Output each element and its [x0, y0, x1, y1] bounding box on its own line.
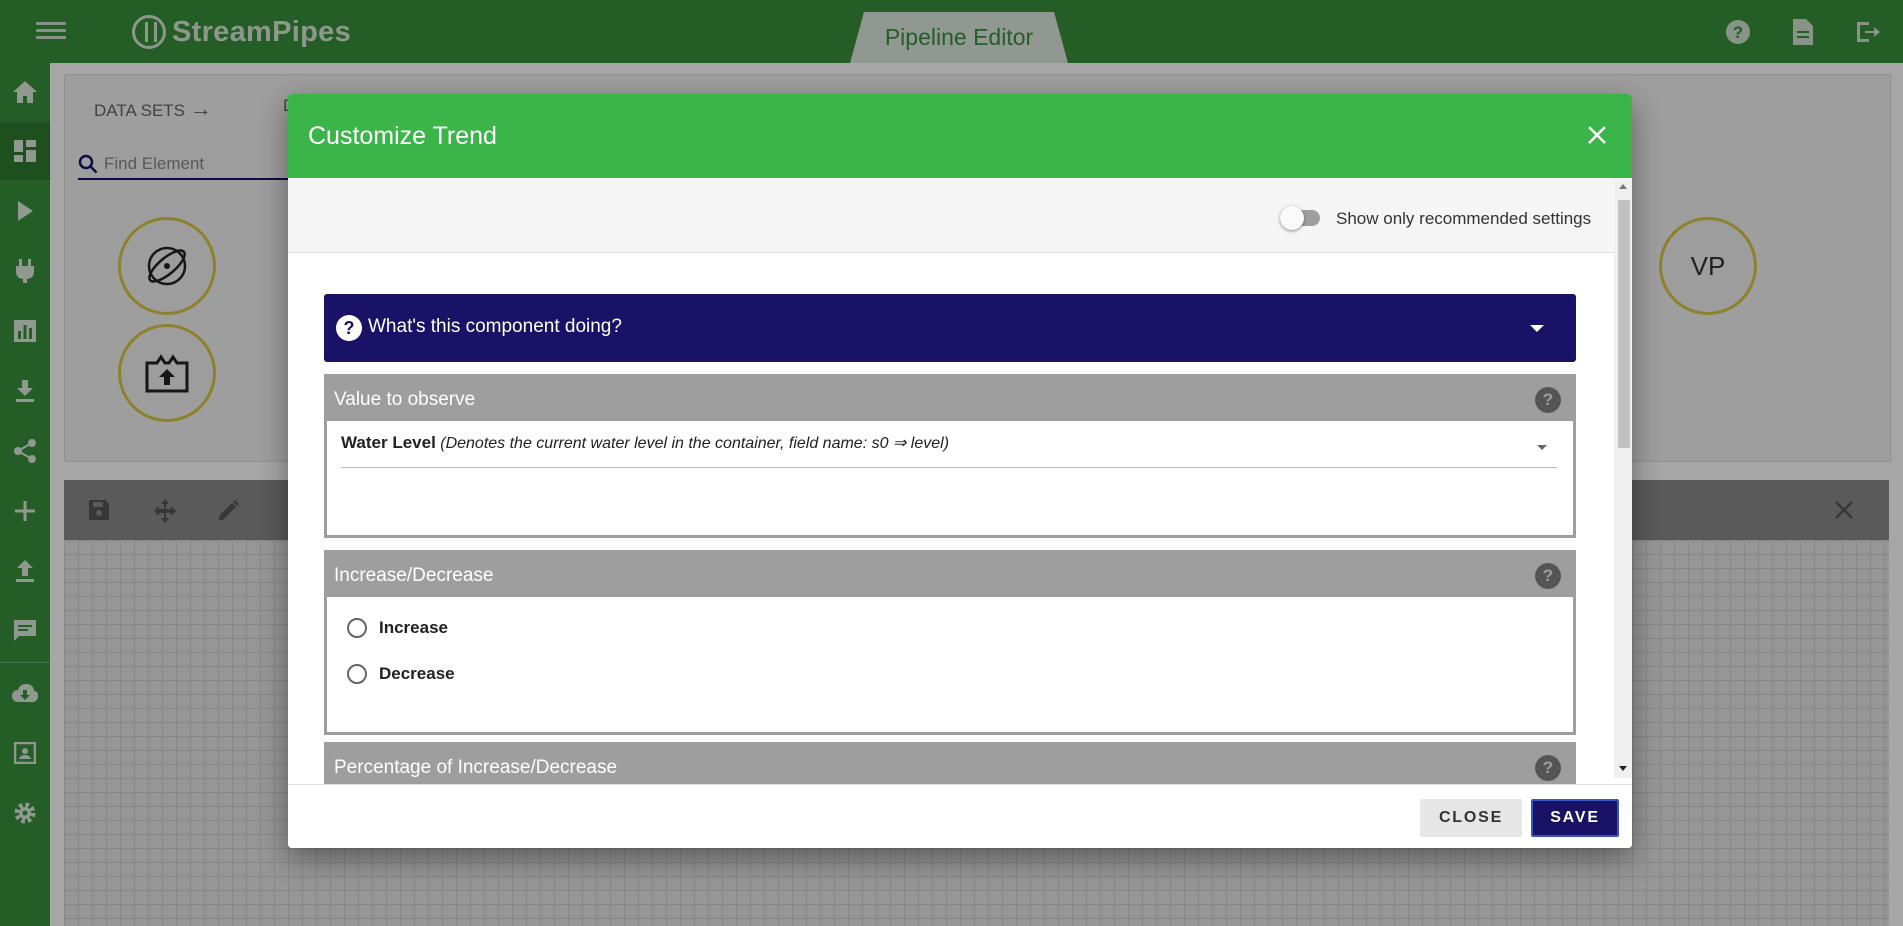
radio-decrease[interactable]: Decrease: [347, 664, 455, 684]
section-header: Increase/Decrease ?: [327, 553, 1573, 597]
scroll-down-arrow[interactable]: [1619, 766, 1627, 771]
radio-button[interactable]: [347, 618, 367, 638]
section-header: Value to observe ?: [327, 377, 1573, 421]
help-icon[interactable]: ?: [1535, 563, 1561, 589]
close-icon[interactable]: [1580, 118, 1614, 152]
help-icon[interactable]: ?: [1535, 755, 1561, 781]
question-icon: ?: [336, 315, 362, 341]
scroll-up-arrow[interactable]: [1619, 184, 1627, 189]
settings-bar: Show only recommended settings: [288, 178, 1614, 253]
section-header: Percentage of Increase/Decrease ?: [327, 745, 1573, 789]
field-description: (Denotes the current water level in the …: [435, 435, 950, 452]
section-title: Increase/Decrease: [334, 565, 494, 586]
section-title: Value to observe: [334, 389, 476, 410]
toggle-label: Show only recommended settings: [1336, 209, 1592, 228]
component-doc-accordion[interactable]: ? What's this component doing?: [324, 294, 1576, 362]
dialog-title: Customize Trend: [308, 122, 497, 150]
scrollbar-thumb[interactable]: [1618, 200, 1630, 448]
dialog-header: Customize Trend: [288, 94, 1632, 178]
customize-dialog: Customize Trend Show only recommended se…: [288, 94, 1632, 848]
accordion-title: What's this component doing?: [368, 316, 622, 337]
field-name: Water Level: [341, 433, 436, 452]
chevron-down-icon: [1530, 325, 1544, 332]
radio-label: Increase: [379, 618, 448, 637]
radio-button[interactable]: [347, 664, 367, 684]
radio-increase[interactable]: Increase: [347, 618, 448, 638]
section-value-to-observe: Value to observe ? Water Level (Denotes …: [324, 374, 1576, 538]
dialog-footer: CLOSE SAVE: [288, 784, 1632, 848]
radio-label: Decrease: [379, 664, 455, 683]
close-button[interactable]: CLOSE: [1420, 799, 1522, 837]
help-icon[interactable]: ?: [1535, 387, 1561, 413]
field-select[interactable]: Water Level (Denotes the current water l…: [341, 433, 1557, 468]
section-title: Percentage of Increase/Decrease: [334, 757, 618, 778]
save-button[interactable]: SAVE: [1531, 799, 1619, 837]
select-arrow-icon: [1537, 445, 1547, 450]
toggle-thumb[interactable]: [1280, 206, 1304, 230]
section-increase-decrease: Increase/Decrease ? Increase Decrease: [324, 550, 1576, 735]
